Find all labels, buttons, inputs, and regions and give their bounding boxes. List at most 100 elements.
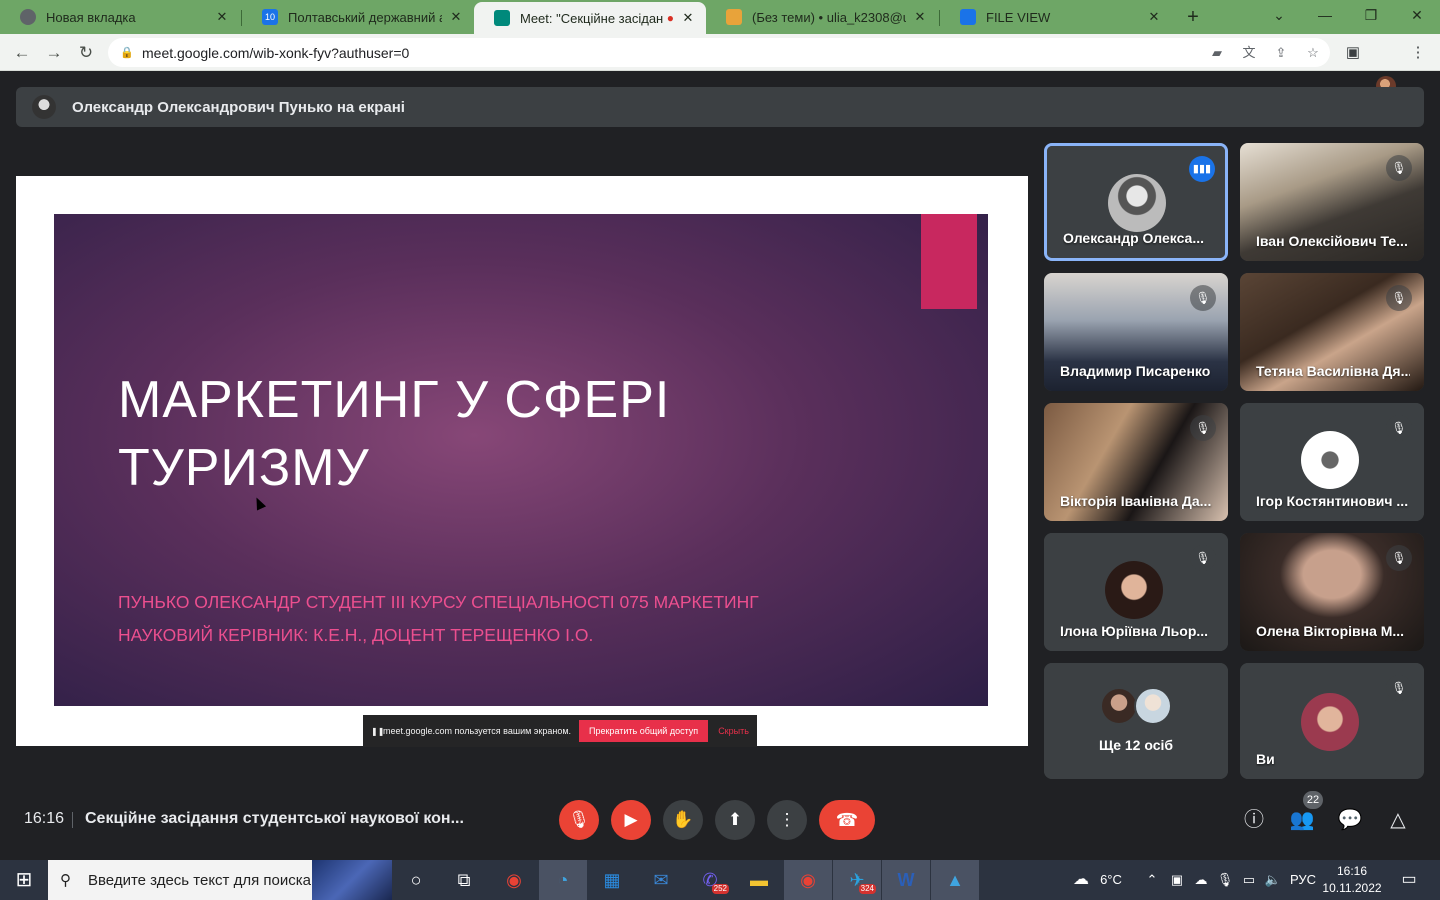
store-app-icon[interactable]: ▦ — [588, 860, 636, 900]
weather-temp[interactable]: 6°C — [1096, 860, 1126, 900]
meeting-clock: 16:16 — [24, 810, 65, 827]
mic-off-button[interactable]: 🎙 — [559, 800, 599, 840]
tray-chevron-icon[interactable]: ⌃ — [1142, 860, 1162, 900]
tab-new-tab[interactable]: Новая вкладка ✕ — [0, 0, 240, 34]
participant-tile[interactable]: 🎙 Тетяна Василівна Дя... — [1240, 273, 1424, 391]
close-tab-icon[interactable]: ✕ — [214, 9, 230, 25]
meeting-info-icon[interactable]: ⓘ — [1238, 804, 1270, 836]
participant-tile[interactable]: 🎙 Ілона Юріївна Льор... — [1044, 533, 1228, 651]
translate-icon[interactable]: 文 — [1238, 42, 1260, 64]
stop-sharing-button[interactable]: Прекратить общий доступ — [579, 720, 709, 742]
participant-tile[interactable]: ▮▮▮ Олександр Олекса... — [1044, 143, 1228, 261]
leave-call-button[interactable]: ☎ — [819, 800, 875, 840]
present-screen-button[interactable]: ⬆ — [715, 800, 755, 840]
url-text[interactable]: meet.google.com/wib-xonk-fyv?authuser=0 — [142, 45, 409, 61]
more-options-button[interactable]: ⋮ — [767, 800, 807, 840]
maximize-button[interactable]: ❐ — [1348, 0, 1394, 30]
participant-tile[interactable]: 🎙 Вікторія Іванівна Да... — [1044, 403, 1228, 521]
self-tile[interactable]: 🎙 Ви — [1240, 663, 1424, 779]
close-tab-icon[interactable]: ✕ — [912, 9, 928, 25]
tab-poltava-university[interactable]: 10 Полтавський державний аграр ✕ — [242, 0, 474, 34]
notifications-icon[interactable]: ▭ — [1394, 860, 1424, 900]
shared-screen: МАРКЕТИНГ У СФЕРІ ТУРИЗМУ ПУНЬКО ОЛЕКСАН… — [16, 176, 1028, 747]
share-icon[interactable]: ⇪ — [1270, 42, 1292, 64]
back-arrow-icon[interactable]: ← — [10, 41, 34, 65]
tab-file-view[interactable]: FILE VIEW ✕ — [940, 0, 1172, 34]
participant-avatar — [1134, 687, 1172, 725]
onedrive-icon[interactable]: ☁ — [1190, 860, 1212, 900]
camera-in-use-icon[interactable]: ▰ — [1206, 42, 1228, 64]
volume-icon[interactable]: 🔈 — [1262, 860, 1284, 900]
meet-icon — [494, 10, 510, 26]
participant-avatar — [1100, 687, 1138, 725]
new-tab-button[interactable]: + — [1180, 4, 1206, 30]
mic-off-icon: 🎙 — [1190, 545, 1216, 571]
recording-dot-icon: ● — [666, 11, 674, 25]
close-window-button[interactable]: ✕ — [1394, 0, 1440, 30]
more-participants-tile[interactable]: Ще 12 осіб — [1044, 663, 1228, 779]
network-icon[interactable]: ▭ — [1238, 860, 1260, 900]
camera-off-button[interactable]: ▶ — [611, 800, 651, 840]
presenter-avatar — [32, 95, 56, 119]
omnibox[interactable]: 🔒 meet.google.com/wib-xonk-fyv?authuser=… — [108, 38, 1330, 67]
slide-accent-bar — [921, 214, 977, 309]
meeting-title[interactable]: Секційне засідання студентської наукової… — [85, 810, 464, 828]
photos-app-icon[interactable]: ▲ — [931, 860, 979, 900]
close-tab-icon[interactable]: ✕ — [1146, 9, 1162, 25]
slide-subtitle-line: НАУКОВИЙ КЕРІВНИК: К.Е.Н., ДОЦЕНТ ТЕРЕЩЕ… — [118, 625, 594, 645]
tray-app-icon[interactable]: ▣ — [1166, 860, 1188, 900]
raise-hand-button[interactable]: ✋ — [663, 800, 703, 840]
taskbar-search-box[interactable]: ⚲ Введите здесь текст для поиска — [48, 860, 392, 900]
file-explorer-icon[interactable]: ▬ — [735, 860, 783, 900]
bookmark-star-icon[interactable]: ☆ — [1302, 42, 1324, 64]
language-indicator[interactable]: РУС — [1288, 860, 1318, 900]
close-tab-icon[interactable]: ✕ — [448, 9, 464, 25]
participant-tile[interactable]: 🎙 Іван Олексійович Те... — [1240, 143, 1424, 261]
mic-off-icon: 🎙 — [1190, 415, 1216, 441]
address-toolbar: ← → ↻ 🔒 meet.google.com/wib-xonk-fyv?aut… — [0, 34, 1440, 96]
tab-google-meet[interactable]: Meet: "Секційне засідання ● ✕ — [474, 2, 706, 34]
participant-tile[interactable]: 🎙 Олена Вікторівна М... — [1240, 533, 1424, 651]
tab-ukr-net-mail[interactable]: (Без теми) • ulia_k2308@ukr.ne ✕ — [706, 0, 938, 34]
chrome-app-icon[interactable]: ◉ — [490, 860, 538, 900]
system-clock[interactable]: 16:16 10.11.2022 — [1320, 863, 1384, 897]
slide-title-line: МАРКЕТИНГ У СФЕРІ — [118, 371, 671, 429]
participant-tile[interactable]: 🎙 Владимир Писаренко — [1044, 273, 1228, 391]
mail-app-icon[interactable]: ✉ — [637, 860, 685, 900]
slide-subtitle-line: ПУНЬКО ОЛЕКСАНДР СТУДЕНТ ІІІ КУРСУ СПЕЦІ… — [118, 592, 759, 612]
viber-app-icon[interactable]: ✆ 252 — [686, 860, 734, 900]
participant-avatar — [1301, 431, 1359, 489]
weather-cloud-icon[interactable]: ☁ — [1066, 860, 1096, 900]
chrome-active-icon[interactable]: ◉ — [784, 860, 832, 900]
participant-name: Іван Олексійович Те... — [1256, 233, 1408, 249]
search-highlight-image — [312, 860, 392, 900]
word-app-icon[interactable]: W — [882, 860, 930, 900]
more-menu-icon[interactable]: ⋮ — [1406, 41, 1430, 65]
windows-start-icon[interactable]: ⊞ — [0, 860, 48, 900]
search-icon: ⚲ — [60, 872, 71, 889]
activities-icon[interactable]: △ — [1382, 804, 1414, 836]
chat-icon[interactable]: 💬 — [1334, 804, 1366, 836]
microphone-icon[interactable]: 🎙 — [1214, 860, 1236, 900]
hide-notice-button[interactable]: Скрыть — [718, 726, 749, 736]
chrome-icon — [20, 9, 36, 25]
mic-off-icon: 🎙 — [1386, 155, 1412, 181]
side-panel-icon[interactable]: ▣ — [1341, 41, 1365, 65]
task-view-icon[interactable]: ⧉ — [440, 860, 488, 900]
minimize-button[interactable]: — — [1302, 0, 1348, 30]
presenter-banner: Олександр Олександрович Пунько на екрані — [16, 87, 1424, 127]
slide-title-line: ТУРИЗМУ — [118, 439, 370, 497]
close-tab-icon[interactable]: ✕ — [680, 10, 696, 26]
telegram-app-icon[interactable]: ✈ 324 — [833, 860, 881, 900]
mic-off-icon: 🎙 — [1190, 285, 1216, 311]
forward-arrow-icon[interactable]: → — [42, 41, 66, 65]
tab-search-chevron-icon[interactable]: ⌄ — [1256, 0, 1302, 30]
participant-avatar — [1105, 561, 1163, 619]
edge-app-icon[interactable]: ◔ — [539, 860, 587, 900]
reload-icon[interactable]: ↻ — [74, 41, 98, 65]
cortana-icon[interactable]: ○ — [392, 860, 440, 900]
pause-icon: ❚❚ — [371, 726, 385, 736]
participant-tile[interactable]: 🎙 Ігор Костянтинович ... — [1240, 403, 1424, 521]
search-placeholder: Введите здесь текст для поиска — [88, 871, 311, 889]
presentation-slide: МАРКЕТИНГ У СФЕРІ ТУРИЗМУ ПУНЬКО ОЛЕКСАН… — [54, 214, 988, 747]
